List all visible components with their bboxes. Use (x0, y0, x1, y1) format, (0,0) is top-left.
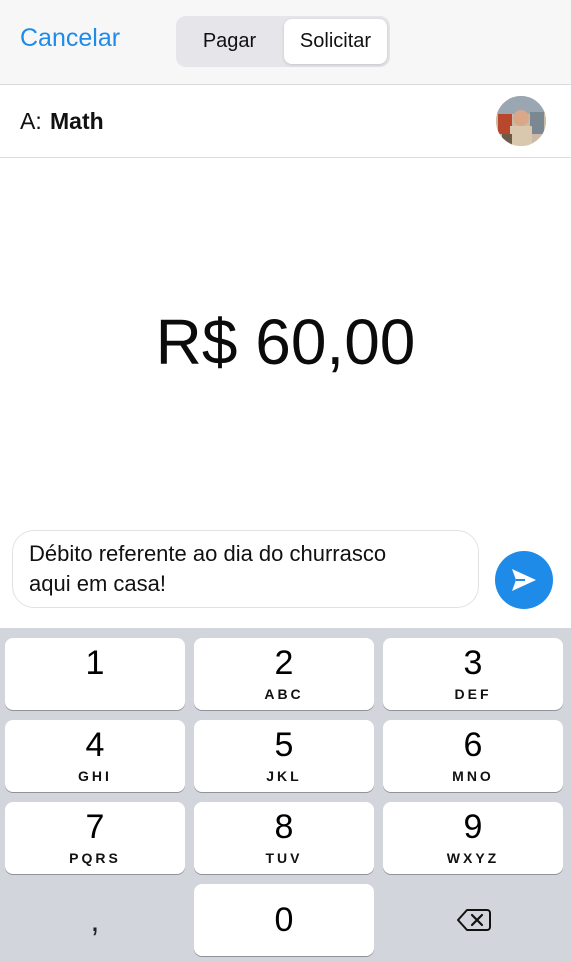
key-2[interactable]: 2 ABC (194, 638, 374, 710)
key-0[interactable]: 0 (194, 884, 374, 956)
key-digit: 0 (274, 901, 294, 939)
recipient-prefix: A: (20, 108, 42, 134)
key-5[interactable]: 5 JKL (194, 720, 374, 792)
send-icon (512, 569, 536, 591)
key-digit: 4 (85, 726, 105, 764)
tab-pay[interactable]: Pagar (179, 19, 280, 64)
note-line-2: aqui em casa! (29, 571, 166, 596)
key-digit: 2 (274, 644, 294, 682)
key-letters: TUV (265, 850, 303, 866)
recipient-row[interactable]: A: Math (0, 85, 571, 158)
comma-label: , (90, 902, 100, 938)
key-digit: 1 (85, 644, 105, 682)
key-digit: 6 (463, 726, 483, 764)
key-digit: 8 (274, 808, 294, 846)
key-digit: 3 (463, 644, 483, 682)
avatar[interactable] (496, 96, 546, 146)
cancel-button[interactable]: Cancelar (20, 24, 120, 53)
avatar-photo (496, 96, 546, 146)
request-payment-screen: Cancelar Pagar Solicitar A: Math R$ 60,0… (0, 0, 571, 961)
recipient-name: Math (50, 108, 104, 134)
backspace-key[interactable] (383, 884, 563, 956)
key-decimal-comma[interactable]: , (5, 884, 185, 956)
key-4[interactable]: 4 GHI (5, 720, 185, 792)
key-9[interactable]: 9 WXYZ (383, 802, 563, 874)
numeric-keypad: 1 2 ABC 3 DEF 4 GHI 5 JKL 6 MNO 7 PQRS 8 (0, 628, 571, 961)
key-letters: ABC (264, 686, 304, 702)
key-letters: PQRS (69, 850, 121, 866)
key-digit: 7 (85, 808, 105, 846)
note-input[interactable]: Débito referente ao dia do churrasco aqu… (12, 530, 479, 608)
key-digit: 5 (274, 726, 294, 764)
send-button[interactable] (495, 551, 553, 609)
pay-request-segmented-control: Pagar Solicitar (176, 16, 390, 67)
key-8[interactable]: 8 TUV (194, 802, 374, 874)
backspace-icon (457, 909, 491, 931)
key-letters: GHI (78, 768, 112, 784)
note-line-1: Débito referente ao dia do churrasco (29, 541, 387, 566)
key-letters: DEF (454, 686, 492, 702)
key-digit: 9 (463, 808, 483, 846)
key-7[interactable]: 7 PQRS (5, 802, 185, 874)
tab-request[interactable]: Solicitar (284, 19, 387, 64)
key-letters: JKL (266, 768, 302, 784)
key-6[interactable]: 6 MNO (383, 720, 563, 792)
key-letters: WXYZ (446, 850, 500, 866)
key-letters: MNO (452, 768, 494, 784)
header-bar: Cancelar Pagar Solicitar (0, 0, 571, 85)
key-1[interactable]: 1 (5, 638, 185, 710)
amount-display: R$ 60,00 (155, 306, 416, 378)
key-3[interactable]: 3 DEF (383, 638, 563, 710)
